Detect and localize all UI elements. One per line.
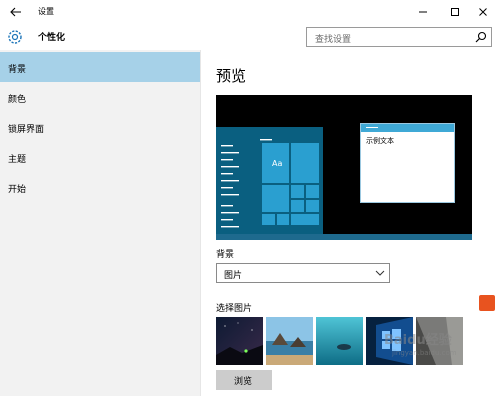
page-header: 个性化 查找设置 [0, 24, 500, 50]
thumbnail-night-sky[interactable] [216, 317, 263, 365]
preview-tiles-grid [262, 143, 319, 225]
watermark: Baidu经验 jingyan.baidu.com [384, 325, 494, 365]
background-label: 背景 [216, 250, 235, 260]
title-bar: 设置 [0, 0, 500, 24]
thumbnail-beach-rocks[interactable] [266, 317, 313, 365]
preview-sample-window: 示例文本 [360, 123, 455, 203]
preview-sample-text: 示例文本 [366, 137, 394, 145]
preview-taskbar [216, 234, 472, 240]
background-dropdown[interactable]: 图片 [216, 263, 390, 283]
preview-tile-label: Aa [272, 159, 283, 168]
watermark-logo-icon [479, 295, 495, 311]
preview-heading: 预览 [216, 67, 247, 85]
search-icon[interactable] [475, 31, 487, 43]
watermark-text: Baidu经验 [384, 333, 452, 348]
sidebar-item-label: 锁屏界面 [8, 125, 45, 135]
browse-button-label: 浏览 [234, 377, 253, 387]
back-button[interactable] [0, 0, 32, 24]
background-dropdown-value: 图片 [224, 271, 243, 281]
browse-button[interactable]: 浏览 [216, 370, 272, 390]
sidebar-item-lock-screen[interactable]: 锁屏界面 [0, 112, 200, 142]
maximize-button[interactable] [442, 0, 468, 24]
sidebar-item-themes[interactable]: 主题 [0, 142, 200, 172]
beach-rocks-image [266, 317, 313, 365]
sidebar-item-label: 开始 [8, 185, 27, 195]
desktop-preview: Aa 示例文本 [216, 95, 472, 240]
sidebar-item-label: 颜色 [8, 95, 27, 105]
thumbnail-underwater[interactable] [316, 317, 363, 365]
sidebar-item-background[interactable]: 背景 [0, 52, 200, 82]
back-arrow-icon [10, 7, 21, 17]
minimize-button[interactable] [410, 0, 436, 24]
sidebar-item-colors[interactable]: 颜色 [0, 82, 200, 112]
window-title: 设置 [38, 7, 54, 16]
search-placeholder: 查找设置 [315, 35, 352, 45]
preview-window-title-line [366, 127, 378, 129]
sidebar-item-start[interactable]: 开始 [0, 172, 200, 202]
minimize-icon [419, 11, 427, 13]
sidebar-item-label: 背景 [8, 65, 27, 75]
preview-tiles: Aa [262, 143, 319, 237]
close-button[interactable] [470, 0, 496, 24]
page-title: 个性化 [38, 33, 66, 43]
underwater-image [316, 317, 363, 365]
sidebar: 背景 颜色 锁屏界面 主题 开始 [0, 50, 200, 396]
choose-picture-label: 选择图片 [216, 304, 253, 314]
sidebar-item-label: 主题 [8, 155, 27, 165]
gear-icon [8, 30, 22, 44]
maximize-icon [451, 8, 459, 16]
chevron-down-icon [375, 270, 385, 276]
night-sky-image [216, 317, 263, 365]
close-icon [479, 8, 487, 16]
watermark-url: jingyan.baidu.com [392, 349, 457, 357]
search-input[interactable]: 查找设置 [306, 27, 492, 47]
